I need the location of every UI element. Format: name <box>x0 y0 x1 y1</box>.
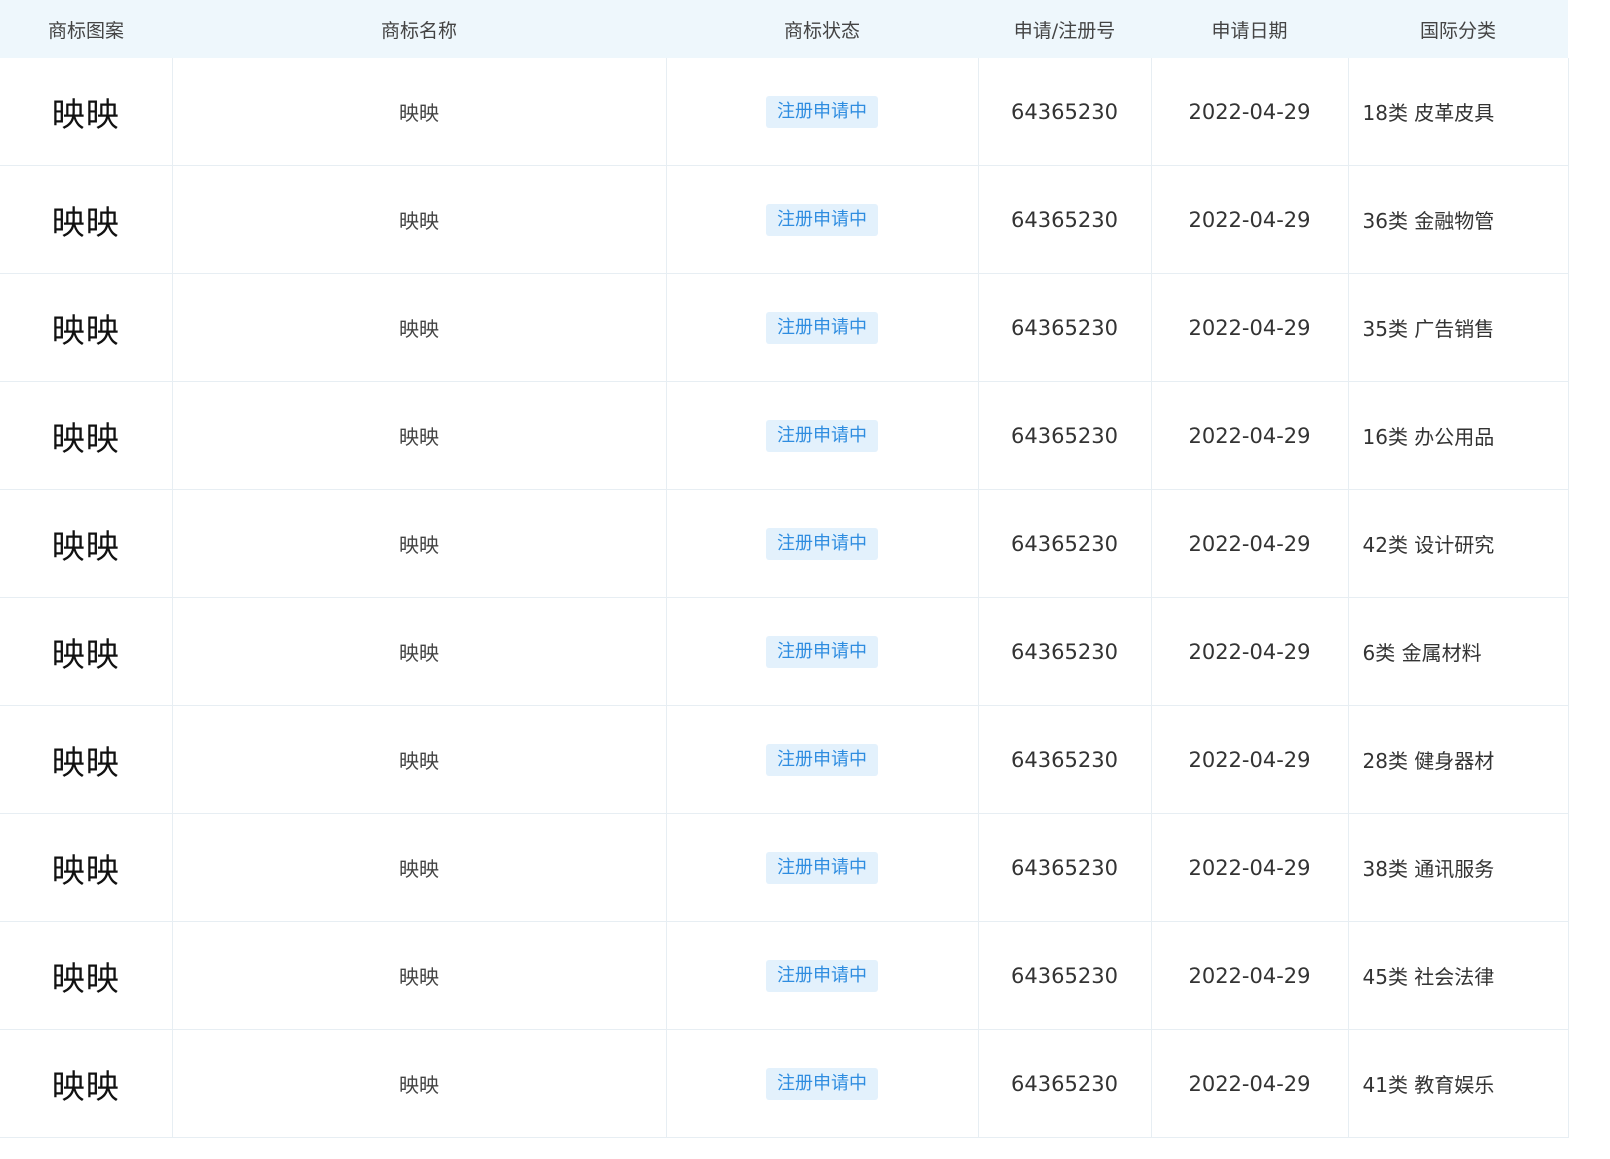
header-status: 商标状态 <box>666 0 978 58</box>
trademark-logo[interactable]: 映映 <box>0 381 173 490</box>
header-name: 商标名称 <box>172 0 666 58</box>
trademark-name[interactable]: 映映 <box>172 381 667 490</box>
reg-no: 64365230 <box>978 705 1152 814</box>
status-cell: 注册申请中 <box>666 58 979 166</box>
status-cell: 注册申请中 <box>666 273 979 382</box>
status-cell: 注册申请中 <box>666 381 979 490</box>
trademark-logo[interactable]: 映映 <box>0 273 173 382</box>
status-badge: 注册申请中 <box>766 311 878 344</box>
status-badge: 注册申请中 <box>766 203 878 236</box>
apply-date: 2022-04-29 <box>1151 597 1349 706</box>
trademark-logo[interactable]: 映映 <box>0 58 173 166</box>
status-cell: 注册申请中 <box>666 1029 979 1138</box>
status-badge: 注册申请中 <box>766 1067 878 1100</box>
apply-date: 2022-04-29 <box>1151 165 1349 274</box>
reg-no: 64365230 <box>978 165 1152 274</box>
reg-no: 64365230 <box>978 921 1152 1030</box>
trademark-table: 商标图案 商标名称 商标状态 申请/注册号 申请日期 国际分类 映映 映映 注册… <box>0 0 1569 1138</box>
apply-date: 2022-04-29 <box>1151 273 1349 382</box>
intl-class: 38类 通讯服务 <box>1348 813 1569 922</box>
trademark-logo[interactable]: 映映 <box>0 1029 173 1138</box>
trademark-logo[interactable]: 映映 <box>0 597 173 706</box>
table-row[interactable]: 映映 映映 注册申请中 64365230 2022-04-29 28类 健身器材 <box>0 705 1569 814</box>
trademark-name[interactable]: 映映 <box>172 489 667 598</box>
status-cell: 注册申请中 <box>666 489 979 598</box>
intl-class: 16类 办公用品 <box>1348 381 1569 490</box>
table-row[interactable]: 映映 映映 注册申请中 64365230 2022-04-29 36类 金融物管 <box>0 165 1569 274</box>
status-badge: 注册申请中 <box>766 527 878 560</box>
reg-no: 64365230 <box>978 273 1152 382</box>
table-row[interactable]: 映映 映映 注册申请中 64365230 2022-04-29 42类 设计研究 <box>0 489 1569 598</box>
apply-date: 2022-04-29 <box>1151 921 1349 1030</box>
table-row[interactable]: 映映 映映 注册申请中 64365230 2022-04-29 41类 教育娱乐 <box>0 1029 1569 1138</box>
intl-class: 6类 金属材料 <box>1348 597 1569 706</box>
status-badge: 注册申请中 <box>766 95 878 128</box>
status-cell: 注册申请中 <box>666 921 979 1030</box>
trademark-logo[interactable]: 映映 <box>0 165 173 274</box>
status-cell: 注册申请中 <box>666 597 979 706</box>
table-row[interactable]: 映映 映映 注册申请中 64365230 2022-04-29 35类 广告销售 <box>0 273 1569 382</box>
intl-class: 42类 设计研究 <box>1348 489 1569 598</box>
header-class: 国际分类 <box>1348 0 1568 58</box>
table-row[interactable]: 映映 映映 注册申请中 64365230 2022-04-29 6类 金属材料 <box>0 597 1569 706</box>
status-badge: 注册申请中 <box>766 635 878 668</box>
apply-date: 2022-04-29 <box>1151 381 1349 490</box>
table-row[interactable]: 映映 映映 注册申请中 64365230 2022-04-29 45类 社会法律 <box>0 921 1569 1030</box>
status-badge: 注册申请中 <box>766 851 878 884</box>
trademark-logo[interactable]: 映映 <box>0 489 173 598</box>
table-row[interactable]: 映映 映映 注册申请中 64365230 2022-04-29 18类 皮革皮具 <box>0 58 1569 166</box>
apply-date: 2022-04-29 <box>1151 58 1349 166</box>
intl-class: 45类 社会法律 <box>1348 921 1569 1030</box>
reg-no: 64365230 <box>978 813 1152 922</box>
trademark-name[interactable]: 映映 <box>172 1029 667 1138</box>
intl-class: 35类 广告销售 <box>1348 273 1569 382</box>
header-reg-no: 申请/注册号 <box>978 0 1151 58</box>
trademark-logo[interactable]: 映映 <box>0 705 173 814</box>
apply-date: 2022-04-29 <box>1151 489 1349 598</box>
reg-no: 64365230 <box>978 597 1152 706</box>
trademark-logo[interactable]: 映映 <box>0 921 173 1030</box>
trademark-name[interactable]: 映映 <box>172 58 667 166</box>
status-badge: 注册申请中 <box>766 743 878 776</box>
trademark-name[interactable]: 映映 <box>172 705 667 814</box>
trademark-name[interactable]: 映映 <box>172 813 667 922</box>
status-badge: 注册申请中 <box>766 419 878 452</box>
status-cell: 注册申请中 <box>666 165 979 274</box>
header-row: 商标图案 商标名称 商标状态 申请/注册号 申请日期 国际分类 <box>0 0 1568 58</box>
trademark-logo[interactable]: 映映 <box>0 813 173 922</box>
reg-no: 64365230 <box>978 381 1152 490</box>
header-date: 申请日期 <box>1151 0 1348 58</box>
apply-date: 2022-04-29 <box>1151 705 1349 814</box>
intl-class: 41类 教育娱乐 <box>1348 1029 1569 1138</box>
table-row[interactable]: 映映 映映 注册申请中 64365230 2022-04-29 38类 通讯服务 <box>0 813 1569 922</box>
intl-class: 18类 皮革皮具 <box>1348 58 1569 166</box>
table-row[interactable]: 映映 映映 注册申请中 64365230 2022-04-29 16类 办公用品 <box>0 381 1569 490</box>
header-logo: 商标图案 <box>0 0 172 58</box>
table-header: 商标图案 商标名称 商标状态 申请/注册号 申请日期 国际分类 <box>0 0 1568 58</box>
status-badge: 注册申请中 <box>766 959 878 992</box>
reg-no: 64365230 <box>978 489 1152 598</box>
intl-class: 36类 金融物管 <box>1348 165 1569 274</box>
reg-no: 64365230 <box>978 58 1152 166</box>
table-body: 映映 映映 注册申请中 64365230 2022-04-29 18类 皮革皮具… <box>0 58 1569 1138</box>
trademark-name[interactable]: 映映 <box>172 273 667 382</box>
status-cell: 注册申请中 <box>666 813 979 922</box>
apply-date: 2022-04-29 <box>1151 813 1349 922</box>
apply-date: 2022-04-29 <box>1151 1029 1349 1138</box>
trademark-name[interactable]: 映映 <box>172 597 667 706</box>
reg-no: 64365230 <box>978 1029 1152 1138</box>
trademark-name[interactable]: 映映 <box>172 921 667 1030</box>
status-cell: 注册申请中 <box>666 705 979 814</box>
intl-class: 28类 健身器材 <box>1348 705 1569 814</box>
trademark-name[interactable]: 映映 <box>172 165 667 274</box>
